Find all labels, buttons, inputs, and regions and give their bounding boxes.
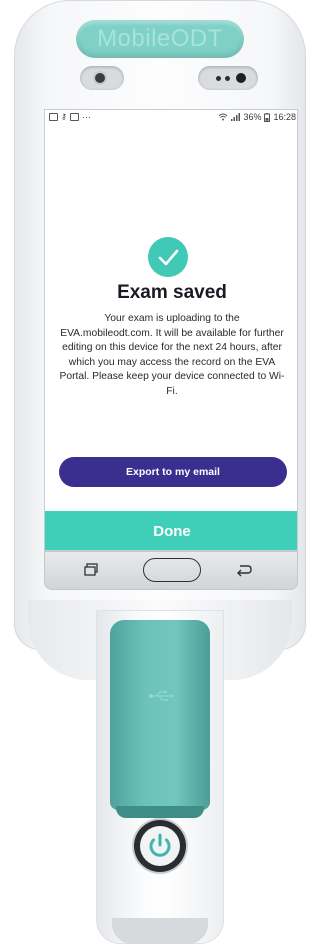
dialog-title: Exam saved <box>117 282 227 303</box>
front-camera <box>80 66 124 90</box>
key-icon: ⚷ <box>61 112 67 121</box>
usb-icon <box>148 690 174 702</box>
done-button[interactable]: Done <box>45 511 297 550</box>
power-icon <box>149 833 171 857</box>
brand-label: MobileODT <box>97 25 223 52</box>
device-handle-base <box>112 918 208 944</box>
brand-logo: MobileODT <box>76 20 244 58</box>
more-notifications-icon: ··· <box>81 112 91 122</box>
navigation-bar <box>44 551 298 590</box>
back-icon[interactable] <box>235 563 253 577</box>
battery-percent: 36% <box>243 112 262 122</box>
export-email-label: Export to my email <box>126 466 220 478</box>
check-circle-icon <box>148 237 188 277</box>
battery-icon <box>264 112 271 122</box>
clock: 16:28 <box>273 112 296 122</box>
status-bar: ⚷ ··· 36% 16:28 <box>45 110 297 126</box>
wifi-icon <box>219 113 228 121</box>
recent-apps-icon[interactable] <box>84 563 98 576</box>
gallery-icon <box>49 113 58 121</box>
signal-icon <box>231 113 241 121</box>
sensor-cluster <box>198 66 258 90</box>
dialog-message: Your exam is uploading to the EVA.mobile… <box>59 313 285 397</box>
cartridge-base <box>116 806 204 818</box>
attachment-cartridge <box>110 620 210 810</box>
phone-screen: ⚷ ··· 36% 16:28 Exam saved Your exam is … <box>44 109 298 551</box>
home-button[interactable] <box>143 558 201 582</box>
export-email-button[interactable]: Export to my email <box>59 457 287 487</box>
done-label: Done <box>153 523 191 540</box>
image-icon <box>69 113 79 121</box>
